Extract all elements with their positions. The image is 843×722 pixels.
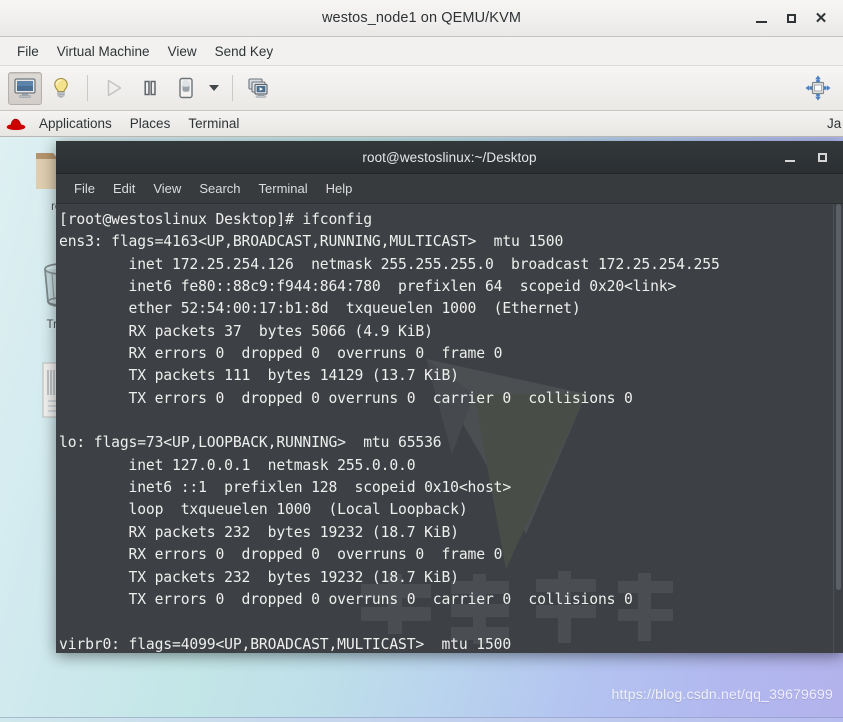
red-hat-icon <box>6 116 26 132</box>
terminal-window[interactable]: root@westoslinux:~/Desktop File Edit Vie… <box>56 141 843 653</box>
terminal-minimize-button[interactable] <box>779 146 801 168</box>
shutdown-button[interactable] <box>169 72 203 105</box>
vm-menu-virtual-machine[interactable]: Virtual Machine <box>48 40 159 63</box>
chevron-down-icon <box>209 85 219 91</box>
guest-screen[interactable]: Applications Places Terminal Ja root Tra… <box>0 111 843 722</box>
run-button[interactable] <box>97 72 131 105</box>
terminal-menu-help[interactable]: Help <box>317 177 362 200</box>
play-icon <box>107 79 122 97</box>
terminal-output: [root@westoslinux Desktop]# ifconfig ens… <box>59 211 720 653</box>
minimize-icon <box>785 159 795 162</box>
resize-to-vm-button[interactable] <box>801 72 835 105</box>
terminal-menu-search[interactable]: Search <box>190 177 249 200</box>
show-details-button[interactable] <box>44 72 78 105</box>
snapshots-button[interactable] <box>242 72 276 105</box>
shutdown-menu-caret[interactable] <box>205 72 223 105</box>
terminal-titlebar: root@westoslinux:~/Desktop <box>56 141 843 174</box>
terminal-menu-file[interactable]: File <box>65 177 104 200</box>
vm-minimize-button[interactable] <box>747 4 775 32</box>
vm-menu-file[interactable]: File <box>8 40 48 63</box>
vm-window-titlebar: westos_node1 on QEMU/KVM ✕ <box>0 0 843 37</box>
close-icon: ✕ <box>814 9 828 27</box>
vm-toolbar <box>0 66 843 111</box>
pause-icon <box>144 80 156 96</box>
vm-window-title: westos_node1 on QEMU/KVM <box>321 10 522 26</box>
monitor-icon <box>14 78 36 98</box>
fullscreen-resize-icon <box>805 75 831 101</box>
terminal-menu-edit[interactable]: Edit <box>104 177 144 200</box>
toolbar-separator-2 <box>232 75 233 101</box>
screenshot-root: westos_node1 on QEMU/KVM ✕ File Virtual … <box>0 0 843 722</box>
pause-button[interactable] <box>133 72 167 105</box>
vm-menu-view[interactable]: View <box>159 40 206 63</box>
terminal-screen[interactable]: [root@westoslinux Desktop]# ifconfig ens… <box>56 204 833 653</box>
panel-menu-terminal[interactable]: Terminal <box>179 113 248 134</box>
gnome-top-panel: Applications Places Terminal Ja <box>0 111 843 137</box>
terminal-scrollbar[interactable] <box>833 204 843 653</box>
lightbulb-icon <box>54 77 68 98</box>
panel-menu-applications[interactable]: Applications <box>30 113 121 134</box>
panel-menu-places[interactable]: Places <box>121 113 180 134</box>
power-switch-icon <box>179 77 193 99</box>
snapshots-icon <box>248 77 268 98</box>
guest-bottom-strip <box>0 717 843 722</box>
maximize-icon <box>786 13 796 23</box>
vm-close-button[interactable]: ✕ <box>807 4 835 32</box>
show-console-button[interactable] <box>8 71 42 105</box>
panel-clock[interactable]: Ja <box>827 116 843 131</box>
toolbar-separator-1 <box>87 75 88 101</box>
terminal-menu-view[interactable]: View <box>144 177 190 200</box>
minimize-icon <box>755 20 767 23</box>
terminal-maximize-button[interactable] <box>811 146 833 168</box>
vm-menu-send-key[interactable]: Send Key <box>206 40 283 63</box>
terminal-body[interactable]: [root@westoslinux Desktop]# ifconfig ens… <box>56 204 843 653</box>
vm-menubar: File Virtual Machine View Send Key <box>0 37 843 66</box>
terminal-menu-terminal[interactable]: Terminal <box>250 177 317 200</box>
terminal-scrollbar-thumb[interactable] <box>836 204 841 591</box>
terminal-window-title: root@westoslinux:~/Desktop <box>362 149 537 165</box>
maximize-icon <box>817 152 827 162</box>
vm-maximize-button[interactable] <box>777 4 805 32</box>
vm-window-controls: ✕ <box>747 0 835 36</box>
terminal-window-controls <box>779 141 833 173</box>
terminal-menubar: File Edit View Search Terminal Help <box>56 174 843 204</box>
csdn-watermark: https://blog.csdn.net/qq_39679699 <box>611 686 833 702</box>
red-hat-glyph <box>6 118 26 130</box>
